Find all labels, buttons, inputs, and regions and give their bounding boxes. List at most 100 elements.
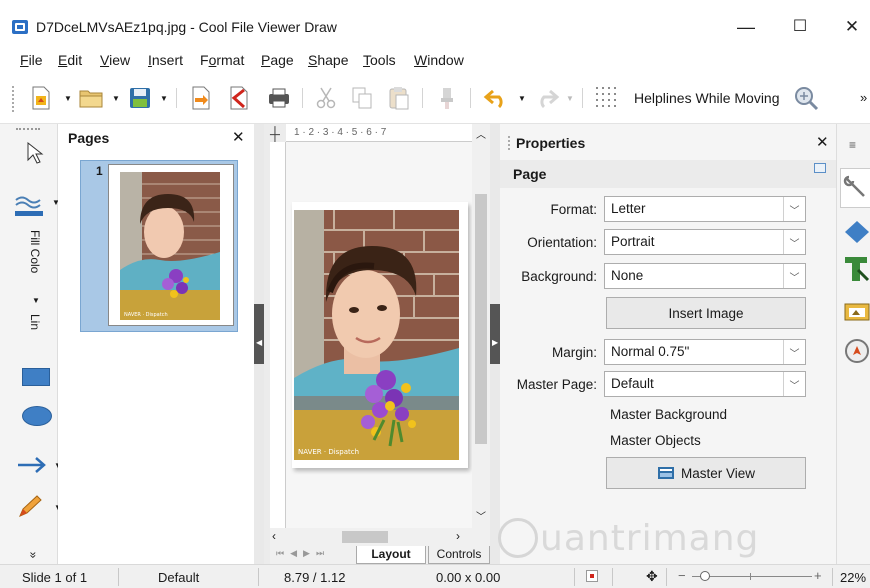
zoom-slider-track[interactable] [692, 576, 812, 577]
status-separator [612, 568, 613, 586]
sidebar-menu-icon[interactable]: ≡ [849, 138, 856, 152]
master-background-checkbox-label[interactable]: Master Background [610, 407, 727, 422]
toolbar-grip [12, 86, 15, 112]
menu-window[interactable]: Window [414, 52, 464, 68]
pages-pane-close-button[interactable]: ✕ [232, 128, 245, 146]
toolbar-more-icon[interactable]: » [860, 90, 867, 105]
line-label[interactable]: Lin [28, 314, 42, 344]
save-icon[interactable] [124, 84, 156, 112]
master-slide-name[interactable]: Default [158, 570, 199, 585]
chevron-down-icon[interactable]: ﹀ [783, 230, 805, 254]
navigator-deck-icon[interactable] [844, 338, 870, 367]
scroll-down-icon[interactable]: ﹀ [476, 508, 486, 523]
menu-format[interactable]: Format [200, 52, 244, 68]
master-objects-checkbox-label[interactable]: Master Objects [610, 433, 701, 448]
undo-dropdown-icon[interactable]: ▼ [518, 94, 526, 103]
master-view-label: Master View [680, 465, 756, 481]
scroll-up-icon[interactable]: ︿ [476, 126, 486, 141]
menu-file[interactable]: File [20, 52, 43, 68]
format-select[interactable]: Letter ﹀ [604, 196, 806, 222]
paste-icon[interactable] [384, 84, 414, 112]
fill-dropdown-icon[interactable]: ▼ [32, 296, 40, 305]
chevron-down-icon[interactable]: ﹀ [783, 264, 805, 288]
zoom-level[interactable]: 22% [840, 570, 866, 585]
chevron-down-icon[interactable]: ﹀ [783, 197, 805, 221]
menu-tools[interactable]: Tools [363, 52, 396, 68]
orientation-value: Portrait [611, 234, 655, 249]
vertical-scrollbar[interactable]: ︿ ﹀ [472, 124, 490, 528]
background-label: Background: [521, 269, 597, 284]
scroll-left-icon[interactable]: ‹ [272, 529, 276, 543]
open-folder-icon[interactable] [76, 84, 108, 112]
horizontal-scroll-thumb[interactable] [342, 531, 388, 543]
shapes-deck-icon[interactable] [844, 220, 870, 247]
maximize-button[interactable]: ☐ [780, 12, 820, 42]
insert-image-button[interactable]: Insert Image [606, 297, 806, 329]
master-page-value: Default [611, 376, 654, 391]
fit-page-icon[interactable]: ✥ [646, 568, 658, 585]
minimize-button[interactable]: — [726, 12, 766, 42]
open-dropdown-icon[interactable]: ▼ [112, 94, 120, 103]
line-color-icon[interactable] [14, 192, 44, 221]
chevron-down-icon[interactable]: ﹀ [783, 340, 805, 364]
status-separator [118, 568, 119, 586]
object-size: 0.00 x 0.00 [436, 570, 501, 585]
redo-dropdown-icon[interactable]: ▼ [566, 94, 574, 103]
new-dropdown-icon[interactable]: ▼ [64, 94, 72, 103]
gallery-deck-icon[interactable] [844, 298, 870, 325]
margin-select[interactable]: Normal 0.75" ﹀ [604, 339, 806, 365]
thumbnail-caption: NAVER · Dispatch [124, 312, 168, 318]
vertical-scroll-thumb[interactable] [475, 194, 487, 444]
rectangle-icon[interactable] [22, 368, 50, 386]
horizontal-scrollbar[interactable]: ‹ › [270, 528, 490, 546]
zoom-slider-thumb[interactable] [700, 571, 710, 581]
background-select[interactable]: None ﹀ [604, 263, 806, 289]
format-value: Letter [611, 201, 646, 216]
select-arrow-icon[interactable] [26, 141, 44, 167]
drawing-toolbar-more-icon[interactable]: » [26, 552, 40, 559]
horizontal-ruler: 1 · 2 · 3 · 4 · 5 · 6 · 7 [286, 124, 472, 142]
menu-shape[interactable]: Shape [308, 52, 349, 68]
section-options-icon[interactable] [814, 163, 826, 173]
menu-edit[interactable]: Edit [58, 52, 82, 68]
properties-deck-icon[interactable] [840, 168, 870, 208]
cut-icon[interactable] [312, 84, 340, 112]
orientation-select[interactable]: Portrait ﹀ [604, 229, 806, 255]
new-document-icon[interactable] [26, 84, 56, 112]
scroll-right-icon[interactable]: › [456, 529, 460, 543]
menu-page[interactable]: Page [261, 52, 294, 68]
helplines-while-moving-button[interactable]: Helplines While Moving [634, 90, 780, 106]
pencil-icon[interactable] [16, 494, 46, 523]
tab-controls[interactable]: Controls [428, 546, 490, 564]
zoom-out-button[interactable]: − [678, 568, 686, 583]
app-icon [12, 20, 28, 34]
copy-icon[interactable] [348, 84, 376, 112]
grid-icon[interactable] [590, 84, 626, 112]
arrow-line-icon[interactable] [16, 455, 48, 478]
zoom-icon[interactable] [790, 84, 822, 112]
photo-image[interactable]: NAVER · Dispatch [294, 210, 459, 460]
close-button[interactable]: ✕ [832, 12, 870, 42]
tab-navigation-icon[interactable]: ⏮◀▶⏭ [276, 548, 330, 559]
zoom-in-button[interactable]: + [814, 568, 822, 583]
print-icon[interactable] [264, 84, 294, 112]
ellipse-icon[interactable] [22, 406, 52, 426]
clone-formatting-icon[interactable] [432, 84, 462, 112]
collapse-properties-icon[interactable]: ▶ [492, 338, 498, 347]
master-view-button[interactable]: Master View [606, 457, 806, 489]
styles-deck-icon[interactable] [844, 256, 870, 285]
undo-icon[interactable] [480, 84, 514, 112]
export-pdf-icon[interactable] [224, 84, 254, 112]
fill-color-label[interactable]: Fill Colo [28, 230, 42, 290]
background-value: None [611, 268, 644, 283]
collapse-pages-icon[interactable]: ◀ [256, 338, 262, 347]
redo-icon[interactable] [530, 84, 562, 112]
chevron-down-icon[interactable]: ﹀ [783, 372, 805, 396]
properties-close-button[interactable]: ✕ [816, 133, 829, 151]
master-page-select[interactable]: Default ﹀ [604, 371, 806, 397]
menu-insert[interactable]: Insert [148, 52, 183, 68]
menu-view[interactable]: View [100, 52, 130, 68]
export-icon[interactable] [186, 84, 216, 112]
save-dropdown-icon[interactable]: ▼ [160, 94, 168, 103]
tab-layout[interactable]: Layout [356, 546, 426, 564]
